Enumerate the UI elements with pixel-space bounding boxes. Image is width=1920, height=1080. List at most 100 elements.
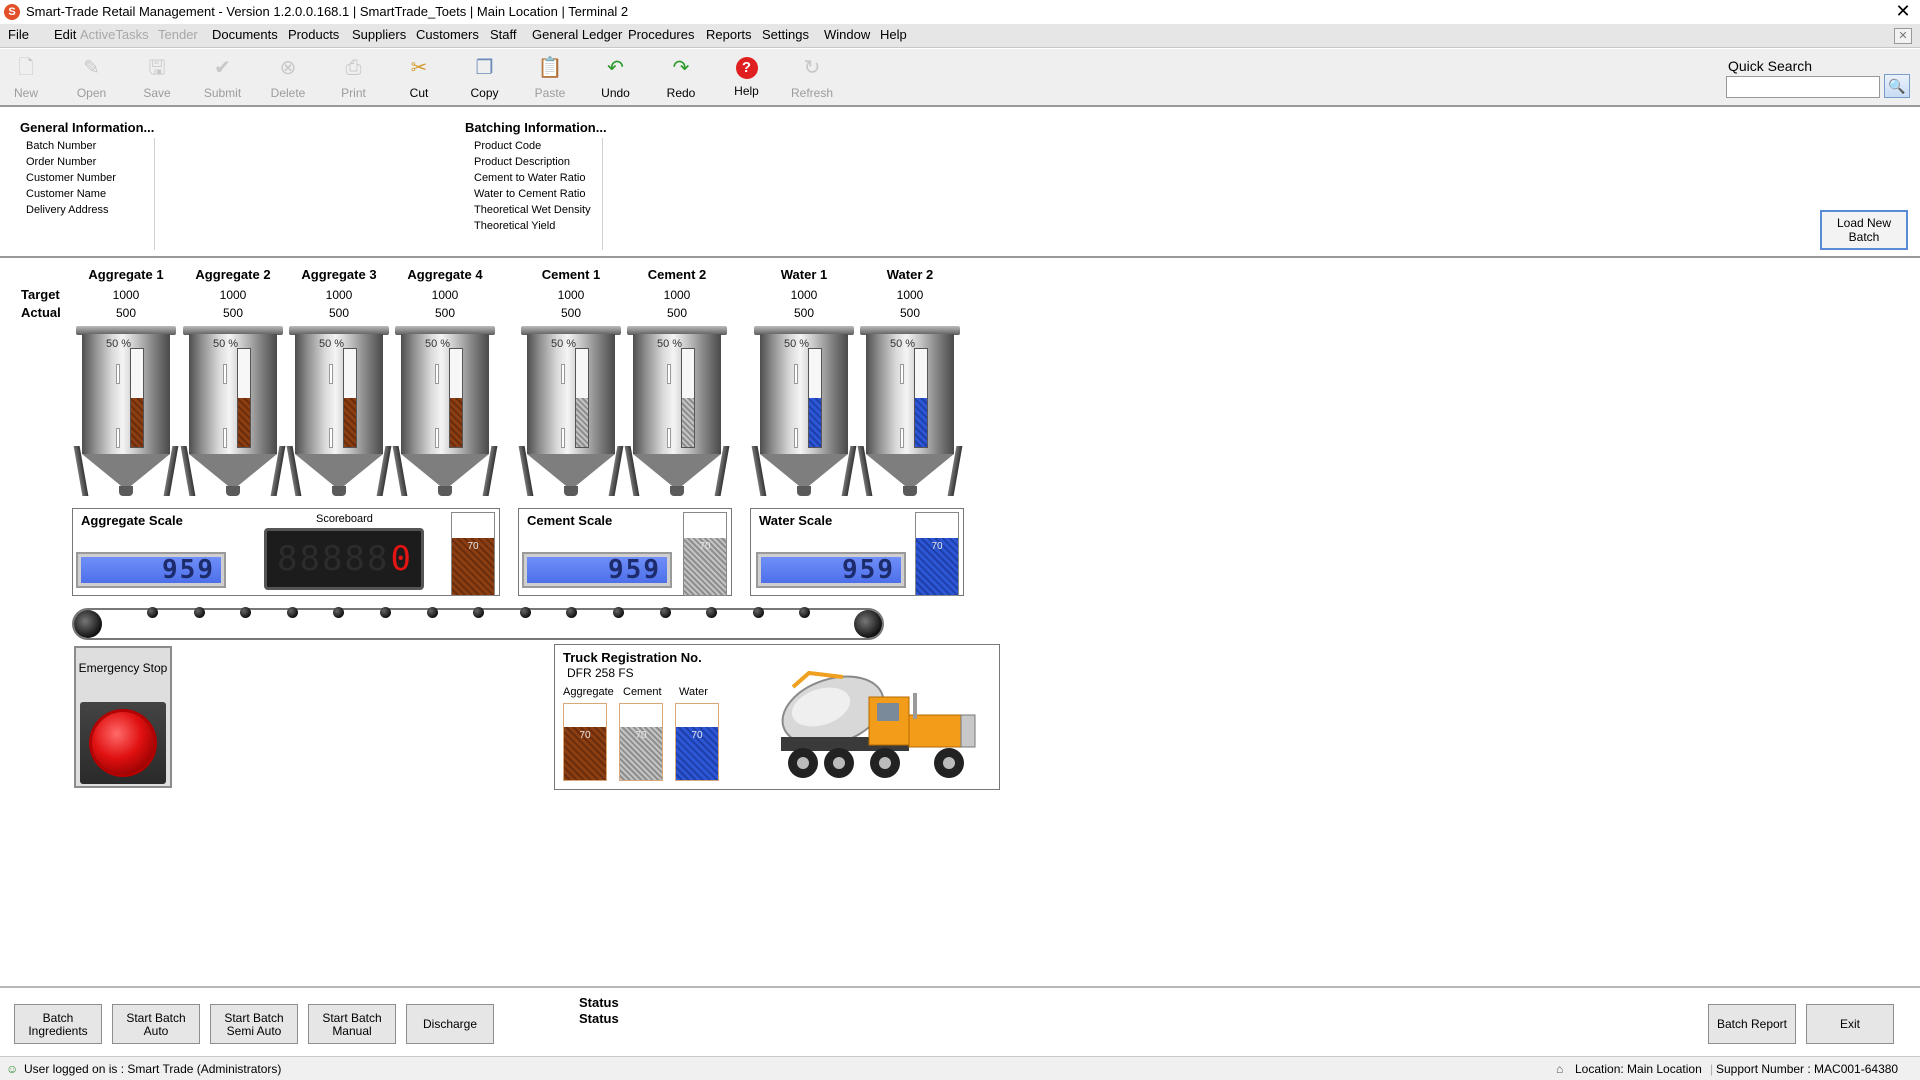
save-button[interactable]: 🖫 Save xyxy=(127,55,187,105)
menu-tender[interactable]: Tender xyxy=(158,27,198,42)
silo-sight-glass xyxy=(116,428,120,448)
cut-button-label: Cut xyxy=(409,86,429,100)
menu-activetasks[interactable]: ActiveTasks xyxy=(80,27,149,42)
general-field-customer-name: Customer Name xyxy=(26,188,107,200)
scoreboard-label: Scoreboard xyxy=(316,513,373,525)
menu-general-ledger[interactable]: General Ledger xyxy=(532,27,622,42)
print-button[interactable]: ⎙ Print xyxy=(324,55,384,105)
water-2-percent: 50 % xyxy=(890,338,916,350)
cement-2-name: Cement 2 xyxy=(647,267,707,282)
aggregate-2-level-gauge xyxy=(237,348,251,448)
silo-cone xyxy=(401,454,489,490)
submit-button[interactable]: ✔ Submit xyxy=(193,55,253,105)
aggregate-4-percent: 50 % xyxy=(425,338,451,350)
new-button[interactable]: 🗋 New xyxy=(0,55,56,105)
emergency-stop-label: Emergency Stop xyxy=(78,661,168,675)
water-1-target: 1000 xyxy=(790,288,818,302)
truck-aggregate-level: 70 xyxy=(563,703,607,781)
silo-sight-glass xyxy=(794,364,798,384)
copy-button[interactable]: ❐ Copy xyxy=(455,55,515,105)
aggregate-2-level-fill xyxy=(238,398,250,447)
conveyor-roller-dot xyxy=(380,607,391,618)
open-button-label: Open xyxy=(76,86,107,100)
redo-button[interactable]: ↷ Redo xyxy=(651,55,711,105)
silo-cone xyxy=(82,454,170,490)
aggregate-1-silo: 50 % xyxy=(73,326,179,498)
menu-customers[interactable]: Customers xyxy=(416,27,479,42)
scissors-icon: ✂ xyxy=(410,57,428,79)
load-new-batch-button[interactable]: Load New Batch xyxy=(1820,210,1908,250)
start-batch-manual-button[interactable]: Start Batch Manual xyxy=(308,1004,396,1044)
close-window-icon[interactable]: ✕ xyxy=(1888,0,1918,22)
general-information-heading: General Information... xyxy=(20,120,155,135)
truck-registration-value: DFR 258 FS xyxy=(567,666,634,680)
batch-ingredients-button[interactable]: Batch Ingredients xyxy=(14,1004,102,1044)
cut-button[interactable]: ✂ Cut xyxy=(389,55,449,105)
water-1-actual: 500 xyxy=(793,306,815,320)
help-button[interactable]: ? Help xyxy=(717,55,777,105)
discharge-button[interactable]: Discharge xyxy=(406,1004,494,1044)
water-2-silo: 50 % xyxy=(857,326,963,498)
aggregate-scale-level-value: 70 xyxy=(467,541,479,552)
refresh-button[interactable]: ↻ Refresh xyxy=(782,55,842,105)
logged-on-user: User logged on is : Smart Trade (Adminis… xyxy=(24,1062,282,1076)
cement-scale-display: 959 xyxy=(522,552,672,588)
water-scale-level-value: 70 xyxy=(931,541,943,552)
aggregate-1-level-gauge xyxy=(130,348,144,448)
aggregate-4-level-fill xyxy=(450,398,462,447)
silo-cone xyxy=(866,454,954,490)
silo-sight-glass xyxy=(329,428,333,448)
aggregate-1-actual: 500 xyxy=(115,306,137,320)
menu-products[interactable]: Products xyxy=(288,27,339,42)
water-1-percent: 50 % xyxy=(784,338,810,350)
emergency-stop-panel: Emergency Stop xyxy=(74,646,172,788)
delete-button[interactable]: ⊗ Delete xyxy=(258,55,318,105)
emergency-stop-button[interactable] xyxy=(92,712,154,774)
start-batch-auto-button[interactable]: Start Batch Auto xyxy=(112,1004,200,1044)
exit-button[interactable]: Exit xyxy=(1806,1004,1894,1044)
silo-body xyxy=(401,334,489,454)
menu-window[interactable]: Window xyxy=(824,27,870,42)
undo-button[interactable]: ↶ Undo xyxy=(586,55,646,105)
menu-file[interactable]: File xyxy=(8,27,29,42)
menu-reports[interactable]: Reports xyxy=(706,27,752,42)
silo-sight-glass xyxy=(435,364,439,384)
start-batch-semi-auto-button[interactable]: Start Batch Semi Auto xyxy=(210,1004,298,1044)
menu-edit[interactable]: Edit xyxy=(54,27,76,42)
water-2-actual: 500 xyxy=(899,306,921,320)
batching-field-theoretical-yield: Theoretical Yield xyxy=(474,220,556,232)
batch-report-button[interactable]: Batch Report xyxy=(1708,1004,1796,1044)
menu-settings[interactable]: Settings xyxy=(762,27,809,42)
silo-cone xyxy=(527,454,615,490)
undo-arrow-icon: ↶ xyxy=(607,57,624,79)
general-field-order-number: Order Number xyxy=(26,156,97,168)
paste-button[interactable]: 📋 Paste xyxy=(520,55,580,105)
undo-button-label: Undo xyxy=(601,86,630,100)
menu-documents[interactable]: Documents xyxy=(212,27,278,42)
aggregate-3-level-fill xyxy=(344,398,356,447)
aggregate-3-percent: 50 % xyxy=(319,338,345,350)
batching-field-water-to-cement-ratio: Water to Cement Ratio xyxy=(474,188,586,200)
save-icon: 🖫 xyxy=(148,57,166,79)
printer-icon: ⎙ xyxy=(345,57,362,79)
quick-search-input[interactable] xyxy=(1726,76,1880,98)
cement-1-name: Cement 1 xyxy=(541,267,601,282)
redo-button-label: Redo xyxy=(666,86,696,100)
water-1-silo: 50 % xyxy=(751,326,857,498)
silo-sight-glass xyxy=(561,428,565,448)
batch-info-panel: General Information... Batching Informat… xyxy=(0,108,1920,258)
silo-sight-glass xyxy=(900,364,904,384)
mdi-close-icon[interactable]: ✕ xyxy=(1894,28,1912,44)
truck-aggregate-label: Aggregate xyxy=(563,686,614,698)
silo-cone xyxy=(189,454,277,490)
location-icon: ⌂ xyxy=(1556,1062,1564,1076)
menu-procedures[interactable]: Procedures xyxy=(628,27,694,42)
conveyor-roller-dot xyxy=(426,607,438,618)
user-status-icon: ☺ xyxy=(6,1062,19,1076)
open-button[interactable]: ✎ Open xyxy=(62,55,122,105)
menu-suppliers[interactable]: Suppliers xyxy=(352,27,406,42)
concrete-mixer-truck-image xyxy=(781,670,976,778)
menu-help[interactable]: Help xyxy=(880,27,907,42)
search-icon[interactable]: 🔍 xyxy=(1884,74,1910,98)
menu-staff[interactable]: Staff xyxy=(490,27,517,42)
